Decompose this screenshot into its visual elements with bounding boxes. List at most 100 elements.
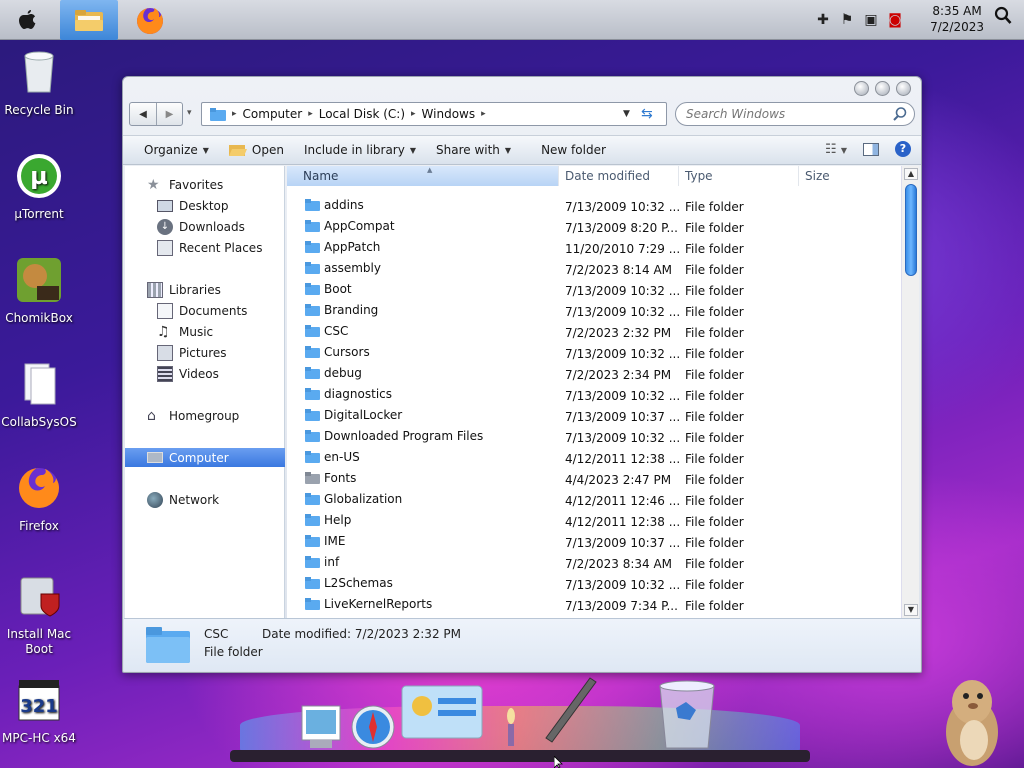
include-in-library-button[interactable]: Include in library ▼	[304, 143, 416, 157]
table-row[interactable]: assembly 7/2/2023 8:14 AM File folder	[287, 259, 901, 280]
table-row[interactable]: CSC 7/2/2023 2:32 PM File folder	[287, 322, 901, 343]
table-row[interactable]: addins 7/13/2009 10:32 ... File folder	[287, 196, 901, 217]
table-row[interactable]: Fonts 4/4/2023 2:47 PM File folder	[287, 469, 901, 490]
minimize-button[interactable]	[854, 81, 869, 96]
candle-icon[interactable]	[500, 706, 522, 748]
file-type: File folder	[685, 473, 744, 487]
file-date: 7/13/2009 10:32 ...	[565, 431, 681, 445]
file-type: File folder	[685, 368, 744, 382]
folder-icon	[305, 220, 320, 232]
column-size[interactable]: Size	[799, 166, 901, 186]
nav-music[interactable]: ♫ Music	[125, 322, 285, 341]
table-row[interactable]: Downloaded Program Files 7/13/2009 10:32 …	[287, 427, 901, 448]
table-row[interactable]: AppPatch 11/20/2010 7:29 ... File folder	[287, 238, 901, 259]
table-row[interactable]: AppCompat 7/13/2009 8:20 P... File folder	[287, 217, 901, 238]
address-bar[interactable]: ▸ Computer ▸ Local Disk (C:) ▸ Windows ▸	[201, 102, 667, 126]
preview-pane-icon[interactable]	[863, 142, 879, 156]
vertical-scrollbar[interactable]: ▲ ▼	[901, 166, 919, 618]
desktop-icon-chomikbox[interactable]: ChomikBox	[0, 256, 79, 326]
desktop-icon-collabsysos[interactable]: CollabSysOS	[0, 360, 79, 430]
table-row[interactable]: en-US 4/12/2011 12:38 ... File folder	[287, 448, 901, 469]
desktop-icon-label: µTorrent	[14, 207, 64, 221]
table-row[interactable]: LiveKernelReports 7/13/2009 7:34 P... File…	[287, 595, 901, 616]
table-row[interactable]: DigitalLocker 7/13/2009 10:37 ... File fol…	[287, 406, 901, 427]
folder-icon	[305, 304, 320, 316]
desktop-icon-install-mac-boot[interactable]: Install Mac Boot	[0, 572, 79, 657]
share-with-button[interactable]: Share with ▼	[436, 143, 511, 157]
refresh-icon[interactable]: ⇆	[641, 106, 653, 122]
firefox-taskbar-icon[interactable]	[134, 5, 166, 37]
desktop-icon-firefox[interactable]: Firefox	[0, 464, 79, 534]
column-name[interactable]: Name	[287, 166, 559, 186]
maximize-button[interactable]	[875, 81, 890, 96]
dashboard-icon[interactable]	[400, 684, 484, 746]
homegroup-icon: ⌂	[147, 407, 156, 424]
volume-muted-icon[interactable]: ◙	[886, 12, 904, 28]
nav-videos[interactable]: Videos	[125, 364, 285, 383]
breadcrumb-computer[interactable]: Computer	[243, 107, 303, 121]
forward-button[interactable]: ▶	[155, 103, 182, 125]
trash-icon[interactable]	[656, 678, 718, 752]
breadcrumb-local-disk[interactable]: Local Disk (C:)	[319, 107, 405, 121]
table-row[interactable]: Globalization 4/12/2011 12:46 ... File fol…	[287, 490, 901, 511]
close-button[interactable]	[896, 81, 911, 96]
nav-libraries[interactable]: Libraries	[125, 280, 285, 299]
search-icon[interactable]	[892, 106, 908, 122]
file-date: 7/13/2009 10:32 ...	[565, 200, 681, 214]
nav-documents[interactable]: Documents	[125, 301, 285, 320]
taskbar-explorer-button[interactable]	[60, 0, 118, 40]
search-icon[interactable]	[994, 6, 1012, 26]
scroll-thumb[interactable]	[905, 184, 917, 276]
svg-text:321: 321	[20, 696, 58, 717]
nav-favorites[interactable]: ★ Favorites	[125, 175, 285, 194]
breadcrumb-separator-icon[interactable]: ▸	[481, 109, 486, 119]
back-button[interactable]: ◀	[130, 103, 156, 125]
table-row[interactable]: diagnostics 7/13/2009 10:32 ... File folde…	[287, 385, 901, 406]
plus-icon[interactable]: ✚	[814, 12, 832, 28]
table-row[interactable]: Branding 7/13/2009 10:32 ... File folder	[287, 301, 901, 322]
nav-downloads[interactable]: ↓ Downloads	[125, 217, 285, 236]
column-date-modified[interactable]: Date modified	[559, 166, 679, 186]
table-row[interactable]: Boot 7/13/2009 10:32 ... File folder	[287, 280, 901, 301]
scroll-down-button[interactable]: ▼	[904, 604, 918, 616]
apple-logo-icon[interactable]	[16, 8, 38, 32]
nav-network[interactable]: Network	[125, 490, 285, 509]
address-dropdown[interactable]: ▼	[623, 109, 630, 119]
pen-icon[interactable]	[540, 676, 600, 746]
nav-recent-places[interactable]: Recent Places	[125, 238, 285, 257]
help-icon[interactable]: ?	[895, 141, 911, 157]
table-row[interactable]: Help 4/12/2011 12:38 ... File folder	[287, 511, 901, 532]
recent-pages-dropdown[interactable]: ▾	[187, 108, 192, 118]
flag-icon[interactable]: ⚑	[838, 12, 856, 28]
safari-icon[interactable]	[350, 704, 396, 750]
file-date: 7/2/2023 8:14 AM	[565, 263, 673, 277]
column-type[interactable]: Type	[679, 166, 799, 186]
nav-desktop[interactable]: Desktop	[125, 196, 285, 215]
nav-label: Downloads	[179, 219, 245, 234]
view-options-icon[interactable]: ☷ ▼	[825, 142, 847, 157]
nav-computer[interactable]: Computer	[125, 448, 285, 467]
preview-app-icon[interactable]	[300, 704, 342, 750]
table-row[interactable]: debug 7/2/2023 2:34 PM File folder	[287, 364, 901, 385]
breadcrumb-separator-icon[interactable]: ▸	[411, 109, 416, 119]
organize-button[interactable]: Organize ▼	[144, 143, 209, 157]
breadcrumb-windows[interactable]: Windows	[422, 107, 476, 121]
desktop-icon-utorrent[interactable]: µ µTorrent	[0, 152, 79, 222]
search-input[interactable]	[686, 107, 886, 121]
table-row[interactable]: Cursors 7/13/2009 10:32 ... File folder	[287, 343, 901, 364]
new-folder-button[interactable]: New folder	[541, 143, 606, 157]
breadcrumb-separator-icon[interactable]: ▸	[308, 109, 313, 119]
desktop-icon-recycle-bin[interactable]: Recycle Bin	[0, 48, 79, 118]
file-date: 7/13/2009 10:32 ...	[565, 305, 681, 319]
desktop-icon-mpc-hc[interactable]: 321 MPC-HC x64	[0, 676, 79, 746]
clock[interactable]: 8:35 AM 7/2/2023	[930, 3, 984, 35]
table-row[interactable]: inf 7/2/2023 8:34 AM File folder	[287, 553, 901, 574]
network-icon[interactable]: ▣	[862, 12, 880, 28]
scroll-up-button[interactable]: ▲	[904, 168, 918, 180]
table-row[interactable]: IME 7/13/2009 10:37 ... File folder	[287, 532, 901, 553]
open-button[interactable]: Open	[228, 143, 284, 157]
include-label: Include in library	[303, 143, 405, 157]
table-row[interactable]: L2Schemas 7/13/2009 10:32 ... File folder	[287, 574, 901, 595]
nav-homegroup[interactable]: ⌂ Homegroup	[125, 406, 285, 425]
nav-pictures[interactable]: Pictures	[125, 343, 285, 362]
